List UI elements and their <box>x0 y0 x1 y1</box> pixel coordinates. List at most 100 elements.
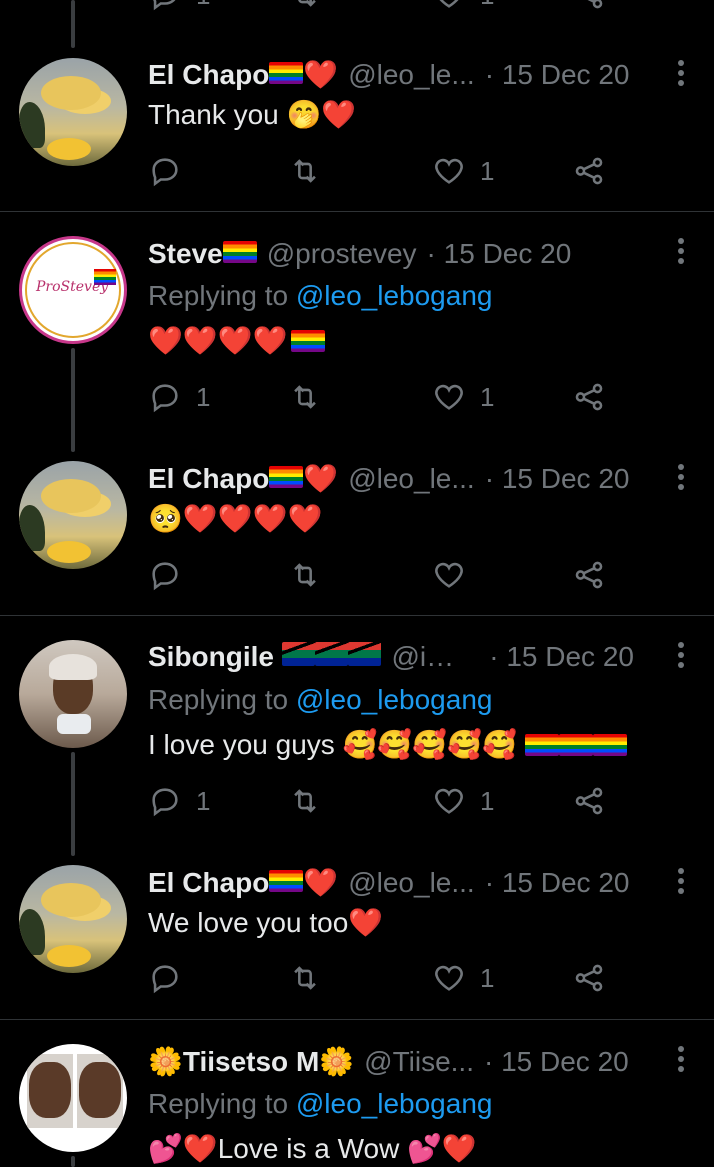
reply-count: 1 <box>196 381 211 412</box>
display-name[interactable]: El Chapo <box>148 463 269 495</box>
tweet-header: Steve @prostevey · 15 Dec 20 <box>148 238 634 270</box>
more-vertical-icon[interactable] <box>678 642 684 672</box>
reply-button[interactable]: 1 <box>148 0 210 12</box>
avatar[interactable] <box>19 640 127 748</box>
replying-to: Replying to @leo_lebogang <box>148 1088 493 1119</box>
thread-line <box>71 1156 75 1167</box>
avatar[interactable] <box>19 865 127 973</box>
retweet-icon <box>294 385 316 409</box>
avatar[interactable] <box>19 58 127 166</box>
timestamp[interactable]: · 15 Dec 20 <box>427 238 572 270</box>
reply-mention-link[interactable]: @leo_lebogang <box>296 280 493 311</box>
timestamp[interactable]: · 15 Dec 20 <box>485 59 630 91</box>
share-button[interactable] <box>572 380 606 414</box>
display-name[interactable]: El Chapo <box>148 59 269 91</box>
retweet-icon <box>298 0 316 7</box>
share-button[interactable] <box>572 154 606 188</box>
name-suffix: ❤️ <box>303 462 339 495</box>
more-vertical-icon[interactable] <box>678 1046 684 1076</box>
share-icon <box>575 383 603 411</box>
more-vertical-icon[interactable] <box>678 868 684 898</box>
share-button[interactable] <box>572 961 606 995</box>
retweet-button[interactable] <box>288 784 322 818</box>
retweet-button[interactable] <box>288 380 322 414</box>
timestamp[interactable]: · 15 Dec 20 <box>484 1046 629 1078</box>
handle[interactable]: @ia... <box>391 641 459 673</box>
reply-button[interactable] <box>148 961 196 995</box>
action-bar: 1 1 <box>148 784 618 824</box>
retweet-button[interactable] <box>288 558 322 592</box>
like-button[interactable]: 1 <box>432 784 494 818</box>
reply-button[interactable]: 1 <box>148 784 210 818</box>
retweet-button[interactable] <box>288 0 322 12</box>
divider <box>0 211 714 212</box>
timestamp[interactable]: · 15 Dec 20 <box>485 463 630 495</box>
pride-flag-icon <box>269 62 304 84</box>
more-vertical-icon[interactable] <box>678 238 684 268</box>
avatar[interactable] <box>19 1044 127 1152</box>
action-bar: 1 <box>148 154 618 194</box>
share-button[interactable] <box>572 0 606 12</box>
thread-line <box>71 752 75 856</box>
like-button[interactable]: 1 <box>432 0 494 12</box>
handle[interactable]: @prostevey <box>267 238 417 270</box>
heart-icon <box>435 158 463 184</box>
tweet-header: El Chapo ❤️ @leo_le... · 15 Dec 20 <box>148 462 634 495</box>
thread-line <box>71 348 75 452</box>
pride-flag-icon <box>222 241 257 263</box>
display-name[interactable]: El Chapo <box>148 867 269 899</box>
tweet-text: 🥺❤️❤️❤️❤️ <box>148 502 323 535</box>
reply-icon <box>152 562 178 591</box>
retweet-button[interactable] <box>288 961 322 995</box>
reply-button[interactable] <box>148 154 196 188</box>
tweet-text: We love you too❤️ <box>148 907 384 938</box>
reply-mention-link[interactable]: @leo_lebogang <box>296 1088 493 1119</box>
share-button[interactable] <box>572 558 606 592</box>
tweet-header: Sibongile @ia... · 15 Dec 20 <box>148 641 634 673</box>
like-button[interactable]: 1 <box>432 154 494 188</box>
replying-to: Replying to @leo_lebogang <box>148 280 493 311</box>
tweet-text: 💕❤️Love is a Wow 💕❤️ <box>148 1133 477 1164</box>
reply-count: 1 <box>196 0 210 11</box>
like-count: 1 <box>480 155 495 186</box>
reply-mention-link[interactable]: @leo_lebogang <box>296 684 493 715</box>
display-name[interactable]: Steve <box>148 238 223 270</box>
handle[interactable]: @leo_le... <box>348 463 475 495</box>
action-bar: 1 1 <box>148 380 618 420</box>
retweet-icon <box>294 789 316 813</box>
like-count: 1 <box>480 0 494 11</box>
replying-to: Replying to @leo_lebogang <box>148 684 493 715</box>
avatar[interactable]: ProStevey <box>19 236 127 344</box>
retweet-button[interactable] <box>288 154 322 188</box>
handle[interactable]: @Tiise... <box>364 1046 474 1078</box>
like-count: 1 <box>480 785 495 816</box>
display-name[interactable]: 🌼Tiisetso M🌼 <box>148 1045 354 1078</box>
reply-icon <box>153 0 176 11</box>
handle[interactable]: @leo_le... <box>348 59 475 91</box>
action-bar: 1 1 <box>148 0 618 18</box>
tweet-text: Thank you 🤭❤️ <box>148 99 357 130</box>
reply-icon <box>152 384 178 413</box>
like-button[interactable]: 1 <box>432 961 494 995</box>
more-vertical-icon[interactable] <box>678 60 684 90</box>
more-vertical-icon[interactable] <box>678 464 684 494</box>
name-suffix: ❤️ <box>303 58 339 91</box>
reply-icon <box>152 158 178 187</box>
handle[interactable]: @leo_le... <box>348 867 475 899</box>
south-africa-flag-icon <box>282 642 316 666</box>
retweet-icon <box>294 966 316 990</box>
timestamp[interactable]: · 15 Dec 20 <box>489 641 634 673</box>
reply-button[interactable]: 1 <box>148 380 210 414</box>
like-button[interactable] <box>432 558 480 592</box>
timestamp[interactable]: · 15 Dec 20 <box>485 867 630 899</box>
share-button[interactable] <box>572 784 606 818</box>
tweet-header: El Chapo ❤️ @leo_le... · 15 Dec 20 <box>148 866 634 899</box>
tweet-header: El Chapo ❤️ @leo_le... · 15 Dec 20 <box>148 58 634 91</box>
reply-button[interactable] <box>148 558 196 592</box>
south-africa-flag-icon <box>348 642 382 666</box>
avatar[interactable] <box>19 461 127 569</box>
like-button[interactable]: 1 <box>432 380 494 414</box>
heart-icon <box>439 0 459 8</box>
display-name[interactable]: Sibongile <box>148 641 274 673</box>
action-bar: 1 <box>148 961 618 1001</box>
